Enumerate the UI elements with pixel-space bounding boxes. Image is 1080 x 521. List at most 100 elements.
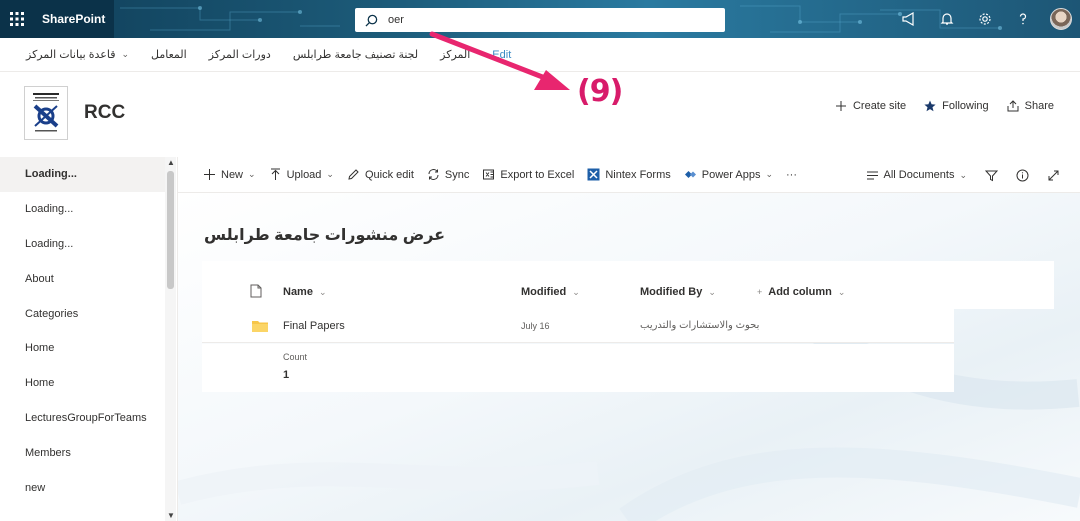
hubnav-label: لجنة تصنيف جامعة طرابلس (292, 49, 419, 61)
nav-item-lectures[interactable]: LecturesGroupForTeams (0, 401, 166, 436)
plus-icon: + (757, 287, 763, 297)
chevron-down-icon: ⌄ (248, 169, 256, 179)
nav-item-loading-3[interactable]: Loading... (0, 227, 166, 262)
sync-icon (428, 169, 439, 180)
list-title: عرض منشورات جامعة طرابلس (204, 227, 446, 244)
app-name[interactable]: SharePoint (34, 0, 114, 38)
power-apps-icon (684, 171, 696, 178)
upload-button[interactable]: Upload ⌄ (269, 168, 334, 181)
search-input[interactable] (388, 14, 688, 26)
nav-item-loading-2[interactable]: Loading... (0, 192, 166, 227)
hubnav-item-database[interactable]: قاعدة بيانات المركز ⌄ (26, 48, 129, 61)
scroll-thumb[interactable] (167, 171, 174, 289)
column-header-row: Name ⌄ Modified ⌄ Modified By ⌄ + Add co… (202, 277, 1054, 307)
chevron-down-icon: ⌄ (837, 286, 846, 297)
item-modified-by[interactable]: بحوث والاستشارات والتدريب (640, 320, 759, 331)
nav-item-home-2[interactable]: Home (0, 366, 166, 401)
hubnav-edit-link[interactable]: Edit (492, 49, 511, 61)
fullscreen-button[interactable] (1047, 169, 1060, 182)
nav-item-home-1[interactable]: Home (0, 331, 166, 366)
upload-icon (270, 168, 280, 180)
nintex-icon (587, 168, 600, 181)
hubnav-item-labs[interactable]: المعامل (151, 48, 187, 61)
site-logo[interactable] (24, 86, 68, 140)
table-row[interactable]: Final Papers July 16 بحوث والاستشارات وا… (202, 309, 954, 343)
settings-button[interactable] (966, 0, 1004, 38)
list-icon (866, 171, 878, 179)
modified-by-column-header[interactable]: Modified By ⌄ (640, 286, 716, 298)
view-selector[interactable]: All Documents ⌄ (866, 169, 967, 182)
share-label: Share (1024, 100, 1054, 112)
hubnav-label: المعامل (151, 49, 187, 61)
app-launcher-button[interactable] (0, 0, 34, 38)
question-icon (1019, 13, 1027, 25)
count-value: 1 (283, 369, 290, 381)
item-modified: July 16 (521, 321, 550, 331)
list-item: Final Papers July 16 بحوث والاستشارات وا… (202, 309, 954, 343)
gear-icon (979, 13, 991, 25)
quick-edit-label: Quick edit (364, 168, 414, 181)
nav-item-categories[interactable]: Categories (0, 296, 166, 331)
scroll-up-icon[interactable]: ▲ (167, 158, 175, 167)
modified-column-header[interactable]: Modified ⌄ (521, 286, 580, 298)
name-column-header[interactable]: Name ⌄ (283, 286, 327, 298)
new-button[interactable]: New ⌄ (203, 168, 256, 181)
name-column-label: Name (283, 286, 313, 298)
nintex-forms-button[interactable]: Nintex Forms (587, 168, 671, 181)
left-nav-scrollbar[interactable]: ▲ ▼ (165, 157, 176, 521)
info-button[interactable] (1016, 169, 1029, 182)
following-button[interactable]: Following (924, 100, 989, 112)
search-box[interactable] (355, 8, 725, 32)
modified-by-column-label: Modified By (640, 286, 703, 298)
chevron-down-icon: ⌄ (765, 169, 773, 179)
notifications-button[interactable] (928, 0, 966, 38)
main-content: عرض منشورات جامعة طرابلس Name ⌄ Modified… (178, 193, 1080, 521)
chevron-down-icon: ⌄ (318, 286, 327, 297)
left-navigation: Loading... Loading... Loading... About C… (0, 157, 178, 521)
sync-button[interactable]: Sync (427, 168, 469, 181)
filter-button[interactable] (985, 169, 998, 182)
info-icon (1016, 169, 1029, 181)
power-apps-button[interactable]: Power Apps ⌄ (684, 168, 773, 181)
hubnav-item-courses[interactable]: دورات المركز (209, 48, 271, 61)
view-label: All Documents (883, 169, 955, 181)
filter-icon (985, 170, 998, 181)
quick-edit-button[interactable]: Quick edit (347, 168, 414, 181)
chevron-down-icon: ⌄ (708, 286, 716, 297)
nav-item-new[interactable]: new (0, 470, 166, 505)
export-excel-button[interactable]: Export to Excel (482, 168, 574, 181)
megaphone-icon (902, 12, 914, 26)
scroll-down-icon[interactable]: ▼ (167, 511, 175, 520)
expand-icon (1048, 170, 1059, 180)
new-label: New (221, 168, 244, 181)
hubnav-label: المركز (440, 49, 471, 61)
more-button[interactable]: ··· (786, 169, 797, 181)
share-button[interactable]: Share (1007, 100, 1054, 112)
hubnav-item-center[interactable]: المركز (440, 48, 470, 61)
site-header: RCC Create site Following Share (0, 72, 1080, 156)
plus-icon (835, 101, 846, 111)
nav-item-about[interactable]: About (0, 261, 166, 296)
add-column-button[interactable]: + Add column ⌄ (757, 286, 845, 298)
share-icon (1007, 100, 1019, 112)
more-icon: ··· (786, 168, 797, 181)
plus-icon (204, 169, 215, 180)
avatar (1050, 8, 1072, 30)
megaphone-button[interactable] (890, 0, 928, 38)
account-button[interactable] (1042, 0, 1080, 38)
bell-icon (940, 13, 954, 25)
nav-item-loading-1[interactable]: Loading... (0, 157, 166, 192)
help-button[interactable] (1004, 0, 1042, 38)
nav-item-members[interactable]: Members (0, 435, 166, 470)
item-name[interactable]: Final Papers (283, 320, 345, 332)
command-bar: New ⌄ Upload ⌄ Quick edit Sync Export to… (178, 157, 1080, 193)
export-label: Export to Excel (500, 168, 575, 181)
sync-label: Sync (444, 168, 470, 181)
hubnav-label: دورات المركز (208, 49, 271, 61)
create-site-button[interactable]: Create site (835, 100, 906, 112)
site-logo-image (33, 93, 59, 132)
file-type-column[interactable] (250, 284, 262, 301)
site-title[interactable]: RCC (84, 102, 125, 124)
add-column-label: Add column (768, 286, 832, 298)
hubnav-item-committee[interactable]: لجنة تصنيف جامعة طرابلس (293, 48, 418, 61)
